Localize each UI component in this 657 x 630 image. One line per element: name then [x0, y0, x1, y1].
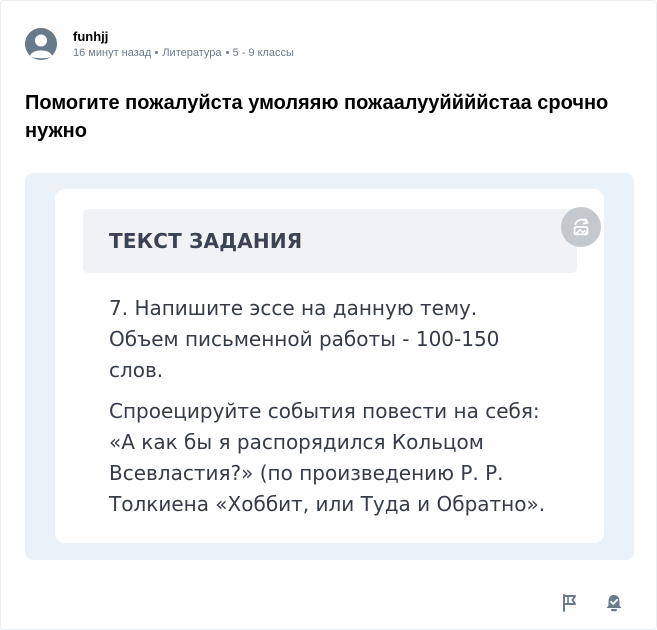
question-text: Помогите пожалуйста умоляяю пожаалууйййй…	[25, 92, 609, 142]
time-ago: 16 минут назад	[73, 47, 152, 59]
report-button[interactable]	[558, 591, 582, 615]
default-avatar-icon	[25, 28, 57, 60]
rotate-image-button[interactable]	[561, 207, 601, 247]
author-name[interactable]: funhjj	[73, 29, 108, 44]
task-paragraph-2: Спроецируйте события повести на себя: «А…	[109, 399, 546, 516]
task-header: ТЕКСТ ЗАДАНИЯ	[83, 209, 577, 273]
subject-link[interactable]: Литература	[162, 47, 221, 59]
task-paragraph-1: 7. Напишите эссе на данную тему. Объем п…	[109, 296, 500, 382]
question-meta: 16 минут назад Литература 5 - 9 классы	[73, 47, 294, 59]
grade-label: 5 - 9 классы	[232, 47, 294, 59]
separator-dot	[225, 50, 229, 54]
follow-question-button[interactable]	[602, 591, 626, 615]
rotate-image-icon	[573, 218, 589, 236]
attachment-container[interactable]: ТЕКСТ ЗАДАНИЯ 7. Напишите эссе на данную…	[25, 173, 634, 560]
task-header-title: ТЕКСТ ЗАДАНИЯ	[109, 229, 303, 253]
avatar[interactable]	[25, 28, 57, 60]
flag-icon	[563, 594, 576, 612]
question-card: funhjj 16 минут назад Литература 5 - 9 кла…	[0, 0, 657, 630]
bell-check-icon	[606, 595, 622, 612]
attachment-image[interactable]: ТЕКСТ ЗАДАНИЯ 7. Напишите эссе на данную…	[55, 189, 604, 543]
separator-dot	[155, 50, 159, 54]
